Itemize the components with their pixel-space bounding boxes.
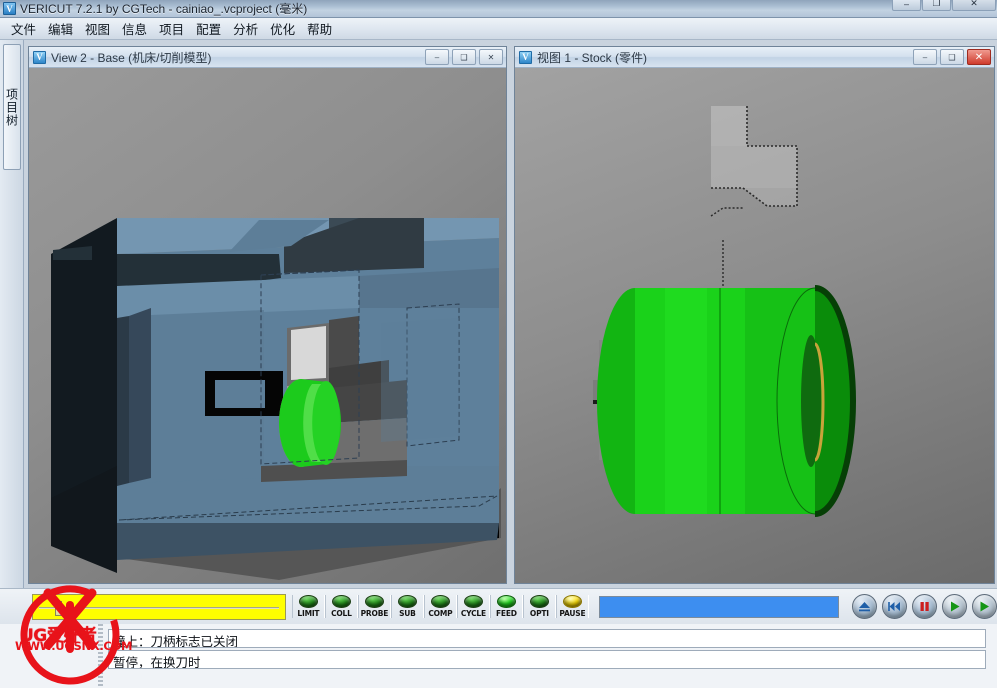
sub-lamp-icon — [397, 595, 417, 608]
status-lamp-sub[interactable]: SUB — [390, 595, 424, 618]
play-step-icon — [980, 601, 989, 612]
status-lamp-opti[interactable]: OPTI — [522, 595, 556, 618]
lamp-label: COMP — [428, 609, 453, 618]
window-controls: – ❐ ✕ — [892, 0, 997, 18]
lamp-label: SUB — [399, 609, 416, 618]
menu-item-edit[interactable]: 编辑 — [42, 17, 79, 40]
menu-item-configure[interactable]: 配置 — [190, 17, 227, 40]
window-close-button[interactable]: ✕ — [952, 0, 996, 11]
coll-lamp-icon — [331, 595, 351, 608]
sidebar-item-label: 项目树 — [4, 87, 19, 127]
view-panel-stock-title: 视图 1 - Stock (零件) — [537, 50, 648, 65]
status-lamp-group: LIMIT COLL PROBE SUB COMP CYCLE FEED OPT… — [291, 595, 589, 618]
menu-item-project[interactable]: 项目 — [153, 17, 190, 40]
simulation-control-bar: LIMIT COLL PROBE SUB COMP CYCLE FEED OPT… — [0, 588, 997, 624]
pause-lamp-icon — [562, 595, 582, 608]
mdi-workspace: 项目树 V View 2 - Base (机床/切削模型) – ❑ ✕ V 视图… — [0, 40, 997, 588]
view-panel-machine-controls: – ❑ ✕ — [422, 49, 506, 65]
lamp-label: COLL — [331, 609, 352, 618]
status-lamp-pause[interactable]: PAUSE — [555, 595, 589, 618]
view-icon: V — [519, 50, 532, 64]
window-title: VERICUT 7.2.1 by CGTech - cainiao_.vcpro… — [20, 2, 308, 16]
comp-lamp-icon — [430, 595, 450, 608]
status-lamp-coll[interactable]: COLL — [324, 595, 358, 618]
window-titlebar: V VERICUT 7.2.1 by CGTech - cainiao_.vcp… — [0, 0, 997, 18]
view-stock-minimize-button[interactable]: – — [913, 49, 937, 65]
view-stock-close-button[interactable]: ✕ — [967, 49, 991, 65]
slider-track — [39, 606, 279, 609]
feed-lamp-icon — [496, 595, 516, 608]
status-lamp-comp[interactable]: COMP — [423, 595, 457, 618]
slider-handle[interactable] — [55, 600, 62, 616]
window-maximize-button[interactable]: ❐ — [922, 0, 951, 11]
view-stock-restore-button[interactable]: ❑ — [940, 49, 964, 65]
limit-lamp-icon — [298, 595, 318, 608]
opti-lamp-icon — [529, 595, 549, 608]
left-dock-strip: 项目树 — [0, 40, 24, 588]
view-machine-close-button[interactable]: ✕ — [479, 49, 503, 65]
status-lamp-cycle[interactable]: CYCLE — [456, 595, 490, 618]
status-line-pause: 暂停，在换刀时 — [108, 650, 986, 669]
single-step-button[interactable] — [972, 594, 997, 619]
stock-part-render — [593, 106, 856, 517]
status-line-collision: 撞上：刀柄标志已关闭 — [108, 629, 986, 648]
pause-button[interactable] — [912, 594, 937, 619]
vericut-application-window: V VERICUT 7.2.1 by CGTech - cainiao_.vcp… — [0, 0, 997, 688]
cycle-lamp-icon — [463, 595, 483, 608]
simulation-speed-slider[interactable] — [32, 593, 286, 620]
lamp-label: PROBE — [360, 609, 389, 618]
view-panel-stock-titlebar[interactable]: V 视图 1 - Stock (零件) – ❑ ✕ — [515, 47, 994, 68]
view-machine-restore-button[interactable]: ❑ — [452, 49, 476, 65]
menu-item-file[interactable]: 文件 — [5, 17, 42, 40]
nc-program-progress-bar — [598, 595, 839, 618]
status-area: 撞上：刀柄标志已关闭 暂停，在换刀时 — [0, 624, 997, 688]
lamp-label: FEED — [495, 609, 517, 618]
view-machine-minimize-button[interactable]: – — [425, 49, 449, 65]
status-lamp-probe[interactable]: PROBE — [357, 595, 391, 618]
vericut-logo-icon: V — [3, 2, 16, 15]
menu-item-analysis[interactable]: 分析 — [227, 17, 264, 40]
probe-lamp-icon — [364, 595, 384, 608]
play-button[interactable] — [942, 594, 967, 619]
window-minimize-button[interactable]: – — [892, 0, 921, 11]
lamp-label: LIMIT — [297, 609, 320, 618]
view-icon: V — [33, 50, 46, 64]
view-panel-machine-titlebar[interactable]: V View 2 - Base (机床/切削模型) – ❑ ✕ — [29, 47, 506, 68]
view-panel-stock-canvas[interactable] — [515, 68, 994, 583]
view-panel-machine-canvas[interactable] — [29, 68, 506, 583]
status-lamp-limit[interactable]: LIMIT — [291, 595, 325, 618]
lamp-label: PAUSE — [559, 609, 586, 618]
reset-button[interactable] — [852, 594, 877, 619]
menu-item-view[interactable]: 视图 — [79, 17, 116, 40]
cnc-lathe-machine-render — [51, 218, 501, 580]
status-lamp-feed[interactable]: FEED — [489, 595, 523, 618]
view-panel-stock-controls: – ❑ ✕ — [910, 49, 994, 65]
menu-item-help[interactable]: 帮助 — [301, 17, 338, 40]
menu-item-optimize[interactable]: 优化 — [264, 17, 301, 40]
main-menubar: 文件 编辑 视图 信息 项目 配置 分析 优化 帮助 — [0, 18, 997, 40]
play-icon — [951, 601, 960, 612]
pause-icon — [920, 602, 929, 611]
lamp-label: CYCLE — [460, 609, 486, 618]
lamp-label: OPTI — [529, 609, 549, 618]
transport-controls — [847, 594, 997, 619]
menu-item-info[interactable]: 信息 — [116, 17, 153, 40]
view-panel-machine-title: View 2 - Base (机床/切削模型) — [51, 50, 212, 65]
rewind-icon — [888, 602, 900, 611]
view-panel-stock: V 视图 1 - Stock (零件) – ❑ ✕ — [514, 46, 995, 584]
status-resize-grip[interactable] — [98, 624, 103, 688]
eject-icon — [859, 602, 870, 612]
sidebar-item-project-tree[interactable]: 项目树 — [3, 44, 21, 170]
rewind-button[interactable] — [882, 594, 907, 619]
view-panel-machine: V View 2 - Base (机床/切削模型) – ❑ ✕ — [28, 46, 507, 584]
